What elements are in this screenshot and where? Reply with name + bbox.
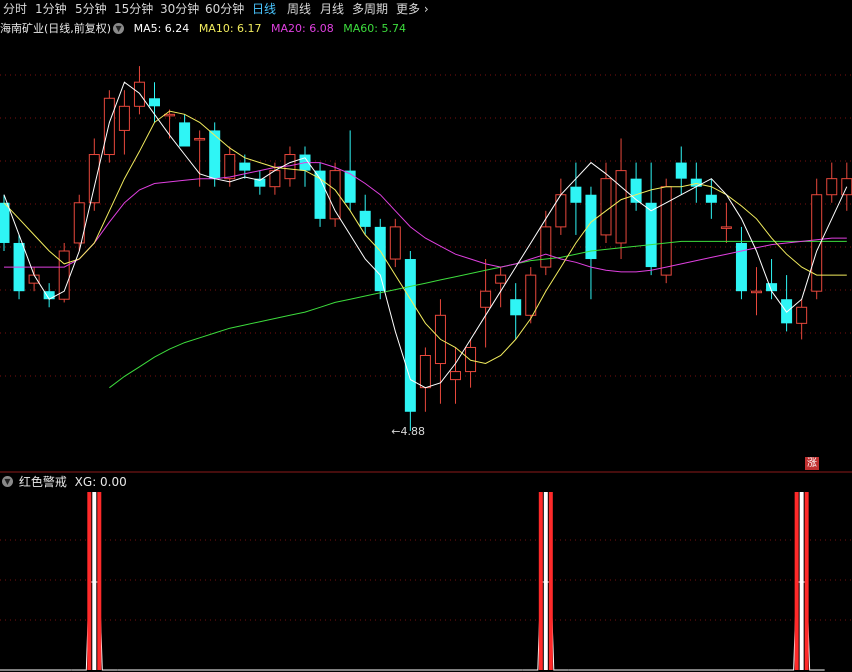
ma5-line: [3, 81, 848, 389]
candle-body-down: [359, 210, 371, 227]
ma20-line: [4, 162, 847, 273]
candle-body-down: [179, 122, 191, 147]
rise-badge: 涨: [805, 457, 819, 470]
candle-body-up: [495, 274, 507, 284]
candle-body-down: [209, 130, 221, 179]
candle-body-down: [149, 98, 160, 107]
candle-body-down: [705, 194, 717, 203]
candle-body-down: [675, 162, 687, 179]
low-price-annotation: ←4.88: [391, 425, 425, 438]
xg-signal-bar: [543, 492, 548, 670]
candle-body-up: [826, 178, 838, 196]
ma10-line: [3, 110, 847, 365]
price-chart[interactable]: ←4.88: [0, 0, 852, 672]
xg-signal-bar: [538, 492, 543, 670]
candle-body-up: [465, 346, 477, 373]
candle-body-down: [690, 178, 702, 187]
candle-body-up: [194, 137, 206, 141]
candle-body-down: [374, 226, 386, 292]
xg-signal-bar: [97, 492, 102, 670]
xg-signal-bar: [799, 492, 804, 670]
candle-body-up: [615, 170, 627, 244]
candle-body-down: [404, 259, 416, 412]
candle-body-up: [450, 371, 461, 381]
candle-body-up: [224, 154, 236, 180]
candle-body-up: [525, 274, 537, 316]
chevron-down-icon[interactable]: ▼: [2, 476, 13, 487]
indicator-legend: ▼ 红色警戒 XG: 0.00: [0, 474, 127, 490]
candle-body-up: [103, 97, 115, 156]
xg-signal-bar: [87, 492, 92, 670]
candle-body-up: [164, 113, 176, 117]
candle-body-down: [344, 170, 356, 203]
candle-body-up: [751, 290, 762, 294]
xg-signal-bar: [92, 492, 97, 670]
candle-body-down: [0, 202, 10, 243]
candle-body-up: [796, 306, 808, 324]
xg-signal-bar: [548, 492, 553, 670]
candle-body-up: [58, 250, 70, 300]
candle-body-up: [88, 154, 100, 204]
candle-body-down: [570, 186, 582, 203]
candle-body-down: [645, 202, 657, 268]
candle-body-up: [419, 355, 431, 389]
candle-body-up: [480, 290, 492, 308]
candle-body-down: [510, 299, 522, 316]
indicator-name[interactable]: 红色警戒: [19, 475, 67, 489]
candle-body-up: [660, 186, 672, 276]
candle-body-up: [600, 178, 612, 236]
xg-signal-bar: [794, 492, 799, 670]
candle-body-up: [118, 105, 130, 131]
candle-body-up: [133, 81, 145, 107]
candle-body-up: [389, 226, 401, 260]
candle-body-up: [28, 274, 40, 284]
candle-body-down: [239, 162, 251, 171]
candle-body-up: [841, 178, 852, 196]
candle-body-up: [720, 226, 732, 229]
xg-signal-bar: [804, 492, 809, 670]
candle-body-up: [540, 226, 552, 268]
indicator-value: XG: 0.00: [74, 475, 127, 489]
